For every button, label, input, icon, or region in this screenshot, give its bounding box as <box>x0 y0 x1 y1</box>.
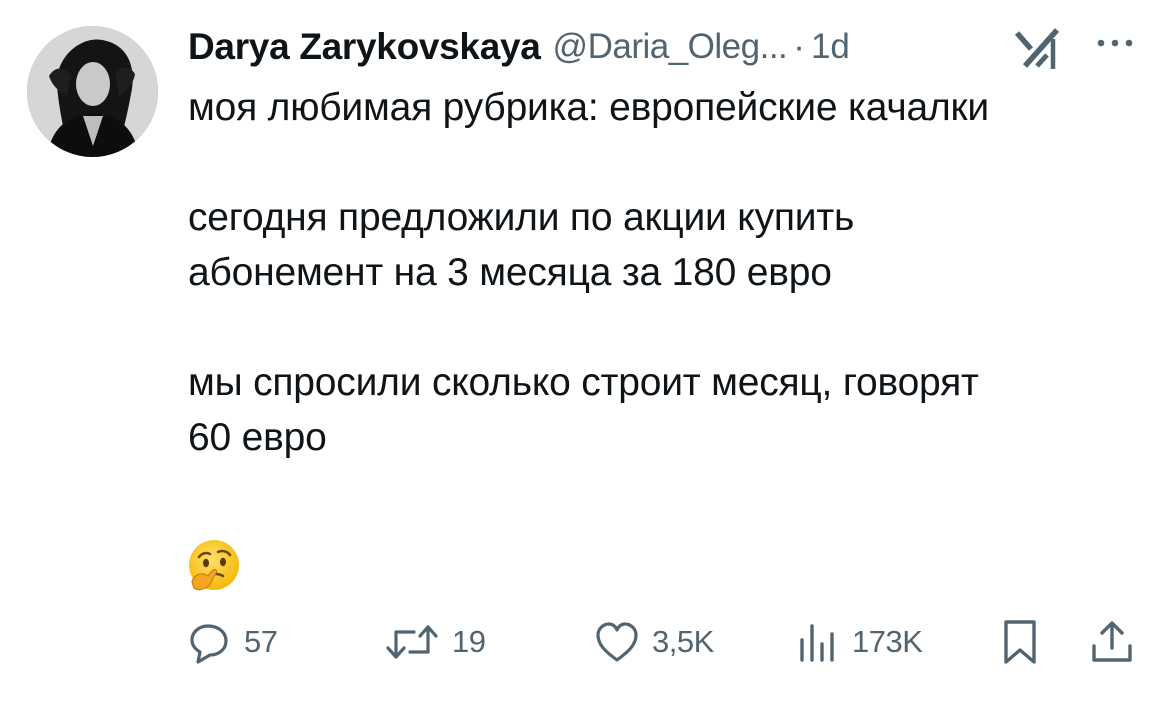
avatar[interactable] <box>27 26 158 157</box>
tweet[interactable]: Darya Zarykovskaya @Daria_Oleg... · 1d м… <box>0 0 1170 701</box>
views-icon <box>800 624 834 662</box>
reply-button[interactable]: 57 <box>188 614 278 670</box>
bookmark-icon <box>1004 620 1036 664</box>
repost-count: 19 <box>452 624 486 659</box>
views-count: 173K <box>852 624 923 659</box>
repost-button[interactable]: 19 <box>384 614 486 670</box>
heart-icon <box>596 622 638 662</box>
bookmark-button[interactable] <box>998 614 1042 670</box>
tweet-header: Darya Zarykovskaya @Daria_Oleg... · 1d <box>188 22 850 72</box>
tweet-paragraph-2: сегодня предложили по акции купить абоне… <box>188 196 855 294</box>
action-bar: 57 19 3,5K 173K <box>188 614 1148 670</box>
like-count: 3,5K <box>652 624 714 659</box>
thinking-face-emoji <box>189 540 239 591</box>
share-button[interactable] <box>1088 614 1136 670</box>
reply-count: 57 <box>244 624 278 659</box>
tweet-text: моя любимая рубрика: европейские качалки… <box>188 80 1148 465</box>
repost-icon <box>386 625 438 659</box>
separator-dot: · <box>793 27 805 66</box>
views-button[interactable]: 173K <box>794 614 923 670</box>
more-icon[interactable] <box>1093 33 1137 53</box>
tweet-paragraph-3: мы спросили сколько строит месяц, говоря… <box>188 361 979 459</box>
timestamp[interactable]: 1d <box>811 27 850 67</box>
user-handle[interactable]: @Daria_Oleg... <box>553 27 788 67</box>
display-name[interactable]: Darya Zarykovskaya <box>188 26 541 68</box>
grok-icon[interactable] <box>1013 25 1063 71</box>
reply-icon <box>190 624 228 664</box>
share-icon <box>1092 621 1132 662</box>
tweet-paragraph-1: моя любимая рубрика: европейские качалки <box>188 86 989 129</box>
like-button[interactable]: 3,5K <box>594 614 714 670</box>
